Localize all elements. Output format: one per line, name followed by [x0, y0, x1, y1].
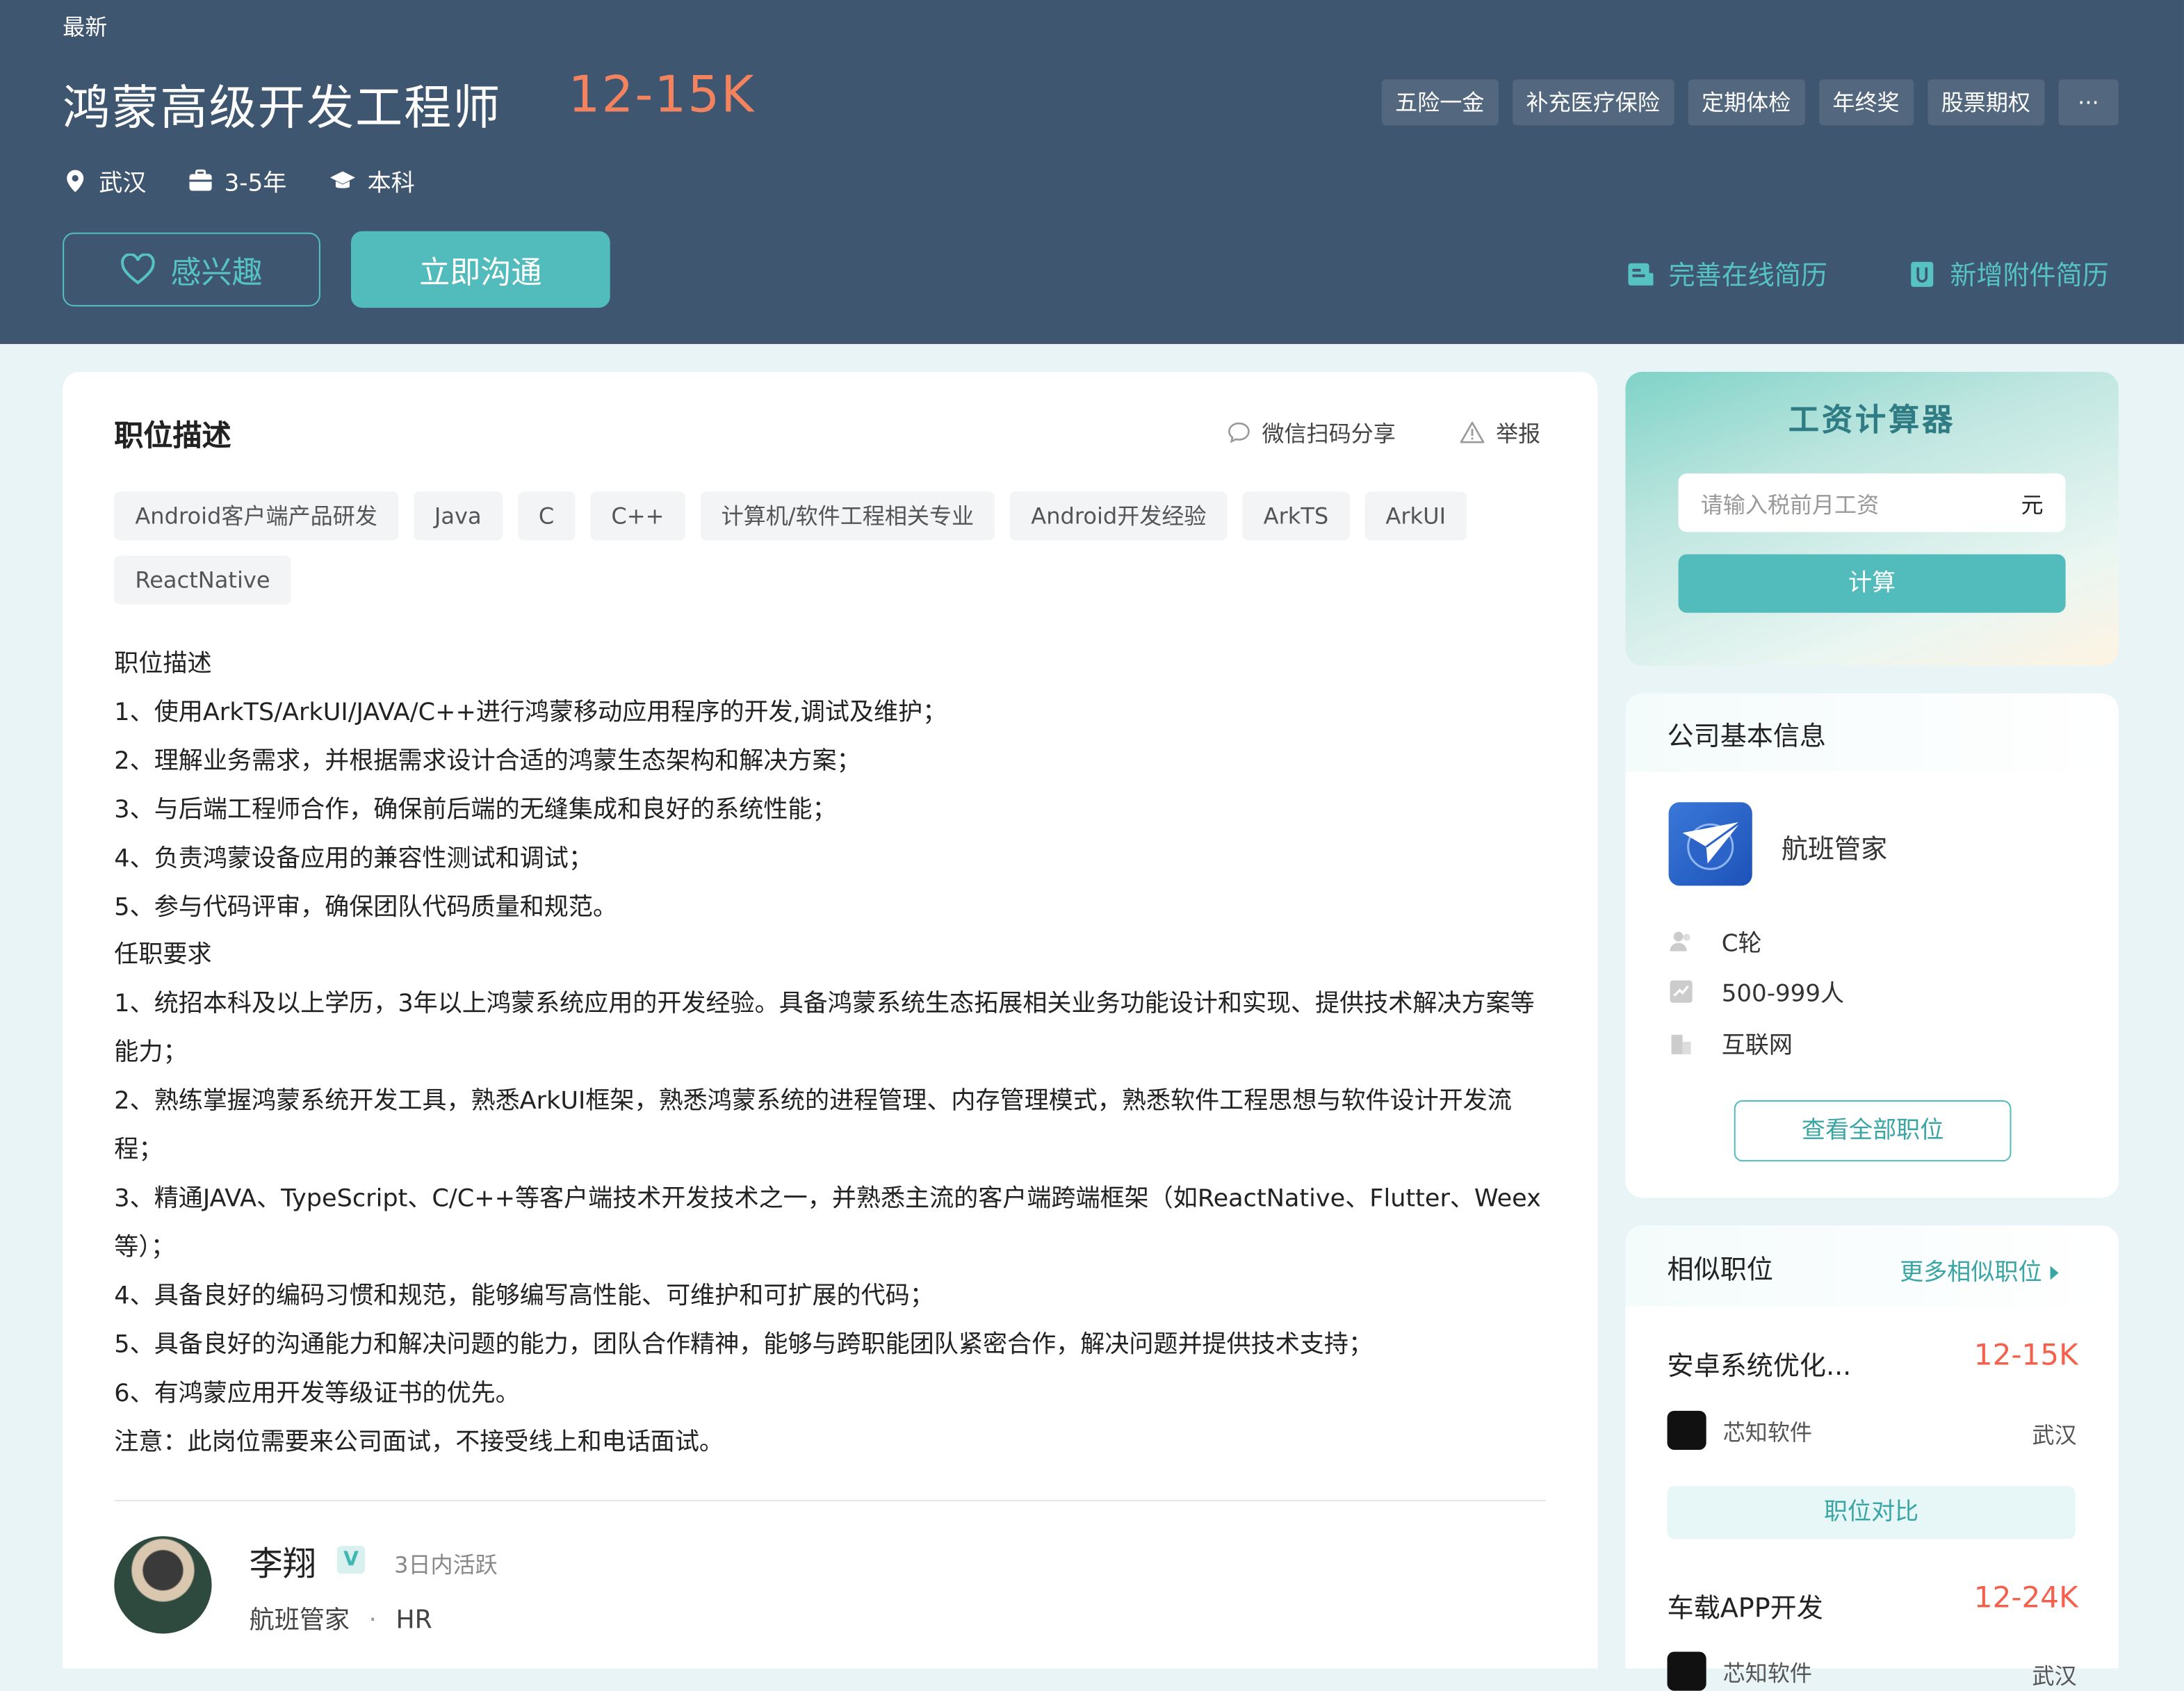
resume-icon	[1628, 262, 1654, 285]
job-header: 最新 鸿蒙高级开发工程师 12-15K 五险一金 补充医疗保险 定期体检 年终奖…	[0, 0, 2184, 344]
chat-bubble-icon	[1228, 421, 1250, 443]
similar-jobs-card: 相似职位 更多相似职位 安卓系统优化... 12-15K 芯知软件 武汉 职位对…	[1625, 1225, 2119, 1691]
similar-jobs-title: 相似职位	[1667, 1255, 1773, 1286]
job-description-text: 职位描述 1、使用ArkTS/ArkUI/JAVA/C++进行鸿蒙移动应用程序的…	[114, 650, 1541, 1456]
job-compare-button[interactable]: 职位对比	[1667, 1486, 2076, 1539]
report-text: 举报	[1496, 420, 1541, 448]
more-similar-jobs-link[interactable]: 更多相似职位	[1900, 1252, 2060, 1287]
report-button[interactable]: 举报	[1460, 415, 1540, 448]
calculator-title: 工资计算器	[1788, 404, 1956, 439]
skill-tag: ArkTS	[1242, 491, 1350, 541]
similar-company-logo	[1667, 1410, 1706, 1450]
company-industry: 互联网	[1721, 1031, 1793, 1060]
meta-education: 本科	[328, 163, 415, 198]
job-title: 鸿蒙高级开发工程师	[63, 81, 502, 137]
salary-input[interactable]: 请输入税前月工资 元	[1678, 473, 2066, 532]
currency-unit: 元	[2021, 491, 2044, 518]
attachment-icon	[1911, 261, 1934, 286]
people-icon	[1670, 931, 1690, 951]
company-name[interactable]: 航班管家	[1782, 828, 1887, 866]
caret-right-icon	[2051, 1266, 2060, 1280]
skill-tag: Java	[413, 491, 503, 541]
benefit-tag: 股票期权	[1927, 79, 2045, 126]
chat-now-button[interactable]: 立即沟通	[350, 231, 610, 308]
share-text: 微信扫码分享	[1262, 420, 1396, 448]
benefit-tag: 年终奖	[1818, 79, 1914, 126]
company-stage-row: C轮	[1669, 924, 1762, 958]
chart-icon	[1670, 979, 1693, 1002]
improve-resume-text: 完善在线简历	[1668, 260, 1828, 291]
skill-tag: C++	[590, 491, 685, 541]
interest-label: 感兴趣	[170, 255, 263, 291]
divider	[114, 1500, 1547, 1502]
more-similar-text: 更多相似职位	[1900, 1259, 2042, 1287]
view-all-jobs-button[interactable]: 查看全部职位	[1734, 1100, 2012, 1162]
skill-tag: ArkUI	[1364, 491, 1467, 541]
meta-city: 武汉	[63, 163, 147, 198]
meta-experience: 3-5年	[188, 163, 287, 198]
wechat-share-button[interactable]: 微信扫码分享	[1227, 415, 1396, 448]
warning-icon	[1460, 420, 1485, 443]
job-description-card: 职位描述 微信扫码分享 举报 Android客户端产品研发 Java C C++…	[63, 372, 1598, 1669]
building-icon	[1671, 1034, 1691, 1054]
add-attachment-text: 新增附件简历	[1950, 260, 2109, 291]
job-salary: 12-15K	[568, 67, 756, 124]
skill-tag: C	[517, 491, 576, 541]
recruiter-company-role: 航班管家 · HR	[250, 1600, 432, 1636]
skill-tag: 计算机/软件工程相关专业	[700, 491, 995, 541]
recruiter-role: HR	[396, 1606, 432, 1635]
company-info-title: 公司基本信息	[1667, 721, 1827, 753]
skill-tags: Android客户端产品研发 Java C C++ 计算机/软件工程相关专业 A…	[114, 491, 1549, 605]
benefit-tag: 五险一金	[1381, 79, 1499, 126]
similar-company-name: 芯知软件	[1722, 1419, 1812, 1446]
similar-job-city: 武汉	[2032, 1421, 2077, 1448]
benefit-tag: 定期体检	[1687, 79, 1805, 126]
more-benefits-button[interactable]: ···	[2058, 79, 2119, 126]
graduation-cap-icon	[329, 170, 355, 188]
company-info-card: 公司基本信息 航班管家 C轮 500-999人 互联网 查看全部职位	[1625, 693, 2119, 1198]
recruiter-company: 航班管家	[249, 1606, 350, 1635]
recruiter-name: 李翔	[249, 1544, 316, 1584]
company-industry-row: 互联网	[1669, 1025, 1793, 1060]
similar-job-salary: 12-24K	[1973, 1580, 2078, 1615]
add-attachment-link[interactable]: 新增附件简历	[1908, 255, 2109, 293]
paper-plane-icon	[1682, 821, 1742, 870]
section-title: 职位描述	[114, 419, 231, 453]
company-stage: C轮	[1721, 930, 1762, 958]
similar-job-title[interactable]: 安卓系统优化...	[1668, 1346, 1852, 1383]
similar-job-city: 武汉	[2032, 1663, 2077, 1690]
recruiter-avatar[interactable]	[114, 1536, 212, 1634]
benefit-tag: 补充医疗保险	[1512, 79, 1674, 126]
improve-resume-link[interactable]: 完善在线简历	[1627, 255, 1827, 293]
separator-dot: ·	[368, 1606, 377, 1635]
similar-job-title[interactable]: 车载APP开发	[1668, 1587, 1823, 1625]
heart-icon	[122, 252, 156, 284]
salary-calculator: 工资计算器 请输入税前月工资 元 计算	[1625, 372, 2119, 666]
similar-company-logo	[1667, 1651, 1706, 1691]
benefit-tags: 五险一金 补充医疗保险 定期体检 年终奖 股票期权 ···	[1381, 79, 2119, 126]
similar-job-salary: 12-15K	[1973, 1338, 2078, 1372]
education-text: 本科	[367, 170, 415, 198]
company-size-row: 500-999人	[1669, 974, 1845, 1008]
similar-job-company: 芯知软件	[1667, 1410, 1812, 1450]
interest-button[interactable]: 感兴趣	[63, 232, 320, 307]
salary-input-placeholder: 请输入税前月工资	[1700, 491, 1880, 518]
job-meta: 武汉 3-5年 本科	[63, 163, 415, 198]
city-text: 武汉	[99, 170, 147, 198]
experience-text: 3-5年	[224, 170, 287, 198]
calculate-button[interactable]: 计算	[1678, 554, 2066, 613]
skill-tag: Android开发经验	[1010, 491, 1228, 541]
company-logo[interactable]	[1668, 802, 1752, 886]
recruiter-active-status: 3日内活跃	[394, 1551, 498, 1578]
skill-tag: ReactNative	[114, 555, 291, 605]
latest-label: 最新	[63, 14, 108, 41]
location-icon	[67, 169, 84, 192]
similar-company-name: 芯知软件	[1722, 1660, 1812, 1687]
similar-job-company: 芯知软件	[1667, 1651, 1812, 1691]
briefcase-icon	[189, 168, 212, 190]
skill-tag: Android客户端产品研发	[114, 491, 398, 541]
company-size: 500-999人	[1721, 980, 1845, 1008]
verified-badge: V	[336, 1546, 365, 1574]
